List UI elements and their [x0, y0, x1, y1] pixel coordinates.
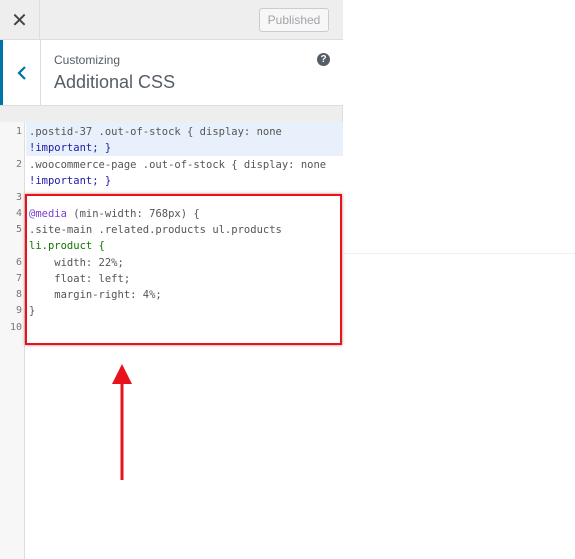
line-number: 9: [15, 305, 22, 316]
line-number: 4: [15, 208, 22, 219]
code-line: .woocommerce-page .out-of-stock { displa…: [29, 159, 327, 171]
customizer-topbar: ✕ Published: [0, 0, 343, 40]
section-header: Customizing Additional CSS ?: [0, 40, 343, 106]
customizing-label: Customizing: [54, 53, 121, 67]
code-line: !important; }: [29, 175, 112, 187]
published-button[interactable]: Published: [259, 8, 329, 32]
line-number-gutter: 1 2 3 4 5 6 7 8 9 10: [0, 122, 25, 559]
line-number: 3: [15, 192, 22, 203]
line-number: 1: [15, 126, 22, 137]
line-number: 6: [15, 257, 22, 268]
close-icon: ✕: [11, 9, 28, 32]
back-button[interactable]: [0, 40, 41, 105]
preview-divider: [343, 253, 575, 254]
line-number: 2: [15, 159, 22, 170]
help-icon[interactable]: ?: [317, 53, 330, 66]
line-number: 8: [15, 289, 22, 300]
red-arrow-icon: [112, 364, 132, 480]
line-number: 5: [15, 224, 22, 235]
chevron-left-icon: [16, 65, 26, 80]
code-line: !important; }: [29, 142, 112, 154]
line-number: 7: [15, 273, 22, 284]
highlight-box: [25, 194, 342, 345]
page-title: Additional CSS: [54, 72, 176, 92]
code-line: .postid-37 .out-of-stock { display: none: [29, 126, 282, 138]
close-customizer-button[interactable]: ✕: [0, 0, 40, 40]
line-number: 10: [9, 322, 22, 333]
